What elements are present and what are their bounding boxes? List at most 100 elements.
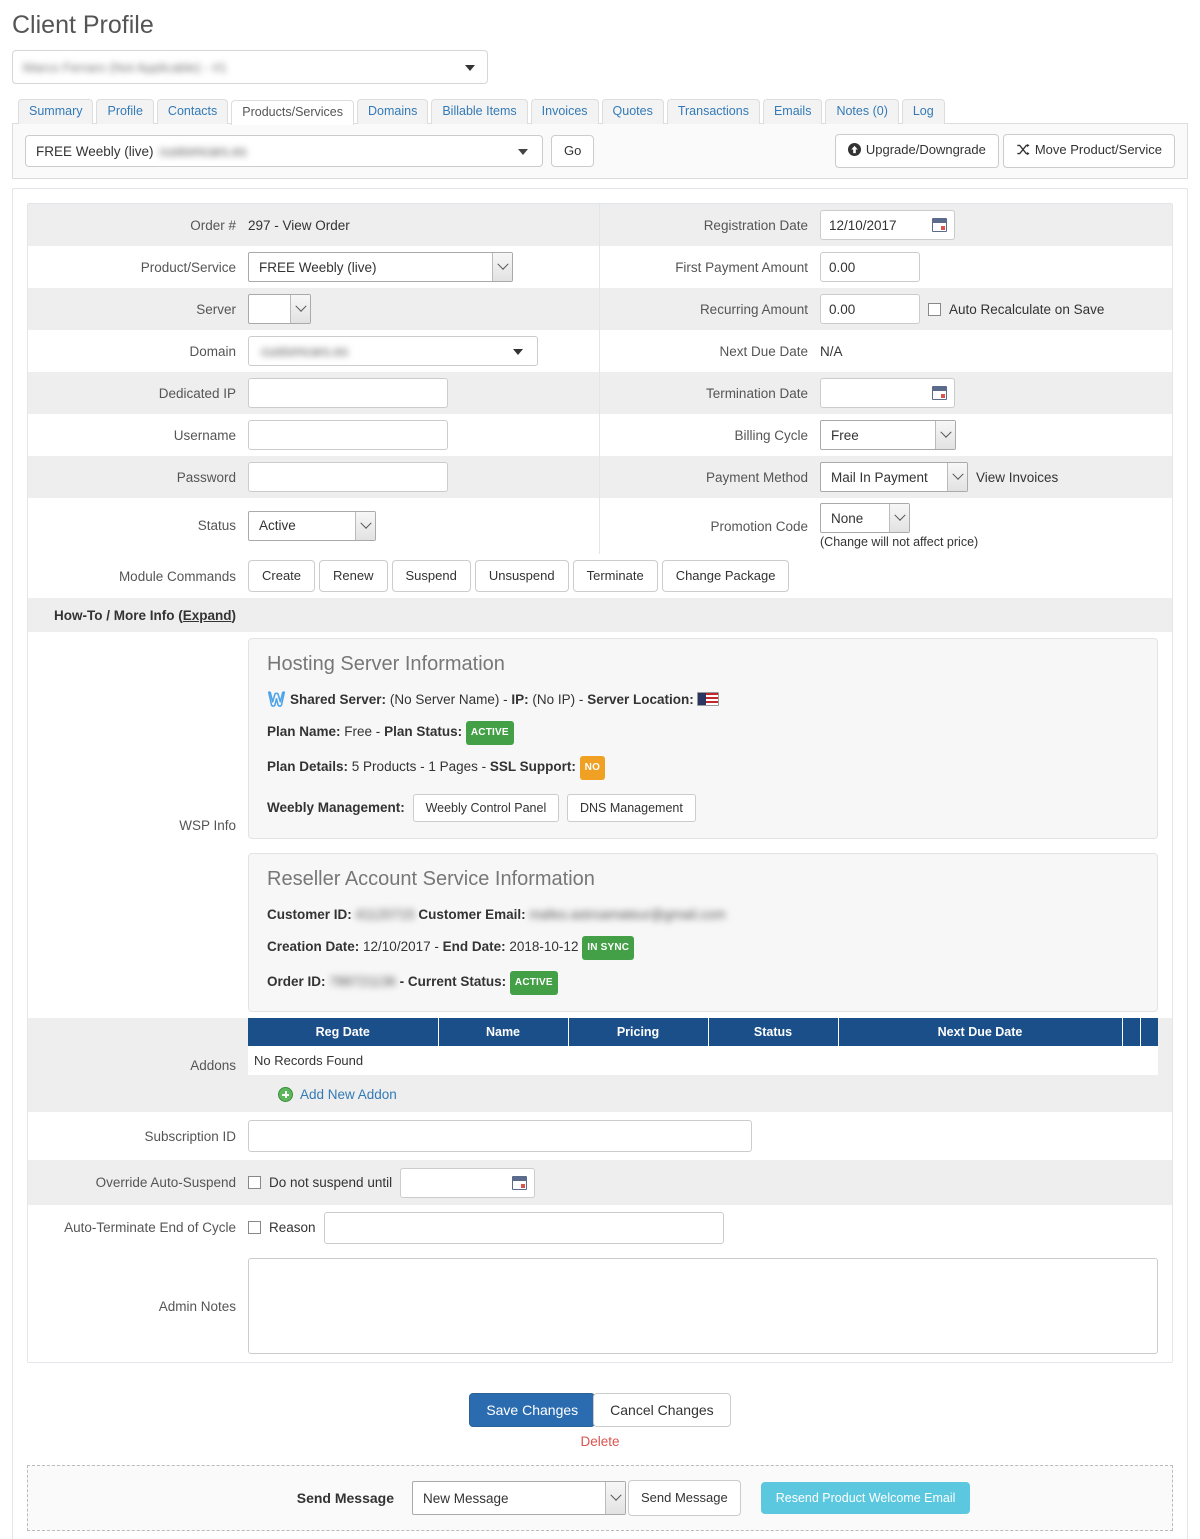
- override-auto-suspend-label: Override Auto-Suspend: [95, 1175, 236, 1190]
- module-create-button[interactable]: Create: [248, 560, 316, 592]
- auto-terminate-reason-input[interactable]: [323, 1211, 724, 1244]
- module-suspend-button[interactable]: Suspend: [391, 560, 471, 592]
- do-not-suspend-checkbox[interactable]: [248, 1176, 261, 1189]
- registration-date-field[interactable]: [820, 210, 955, 240]
- row-termination-date: Termination Date: [600, 372, 1172, 414]
- tab-domains[interactable]: Domains: [357, 99, 429, 124]
- status-select[interactable]: Active: [248, 510, 376, 541]
- dns-management-button[interactable]: DNS Management: [567, 794, 696, 822]
- auto-recalculate-checkbox[interactable]: [928, 302, 941, 316]
- admin-notes-label: Admin Notes: [158, 1298, 236, 1314]
- tab-billable-items[interactable]: Billable Items: [431, 99, 528, 124]
- calendar-icon[interactable]: [512, 1175, 528, 1190]
- tab-summary[interactable]: Summary: [18, 99, 94, 124]
- hosting-line-plan: Plan Name: Free - Plan Status: ACTIVE: [267, 721, 1139, 745]
- product-details-panel: Order # 297 - View Order Product/Service…: [12, 188, 1188, 1539]
- footer-actions: Save Changes Cancel Changes Delete: [13, 1377, 1187, 1455]
- shuffle-icon: [1016, 143, 1030, 161]
- module-unsuspend-button[interactable]: Unsuspend: [474, 560, 569, 592]
- row-password: Password: [28, 456, 599, 498]
- upgrade-downgrade-button[interactable]: Upgrade/Downgrade: [834, 134, 999, 168]
- client-selector-wrap: Marco Ferraro (Not Applicable) - #1: [0, 42, 1200, 84]
- addons-col-action1: [1122, 1018, 1141, 1046]
- module-renew-button[interactable]: Renew: [319, 560, 388, 592]
- tab-products-services[interactable]: Products/Services: [231, 100, 354, 125]
- send-message-label: Send Message: [296, 1490, 394, 1506]
- go-button[interactable]: Go: [551, 135, 595, 167]
- tab-emails[interactable]: Emails: [762, 99, 823, 124]
- tab-profile[interactable]: Profile: [96, 99, 154, 124]
- first-payment-input[interactable]: [820, 252, 920, 282]
- row-next-due-date: Next Due Date N/A: [600, 330, 1172, 372]
- service-select-value: FREE Weebly (live): [36, 143, 154, 159]
- tab-invoices[interactable]: Invoices: [530, 99, 599, 124]
- customer-id-label: Customer ID:: [267, 907, 352, 922]
- howto-expand-link[interactable]: Expand: [183, 608, 232, 623]
- calendar-icon[interactable]: [932, 386, 947, 400]
- move-product-service-label: Move Product/Service: [1034, 142, 1162, 157]
- us-flag-icon: [697, 692, 720, 706]
- module-terminate-button[interactable]: Terminate: [572, 560, 658, 592]
- tab-quotes[interactable]: Quotes: [601, 99, 664, 124]
- hosting-ip-label: IP:: [511, 692, 529, 707]
- domain-select-value: customcars.es: [261, 343, 349, 359]
- row-server: Server: [28, 288, 599, 330]
- username-label: Username: [173, 427, 236, 443]
- client-selector-value: Marco Ferraro (Not Applicable) - #1: [23, 59, 227, 75]
- hosting-line-server: Shared Server: (No Server Name) - IP: (N…: [267, 690, 1139, 710]
- add-new-addon-link[interactable]: Add New Addon: [248, 1075, 1158, 1112]
- tab-log[interactable]: Log: [901, 99, 945, 124]
- subscription-id-input[interactable]: [248, 1120, 752, 1152]
- client-profile-page: Client Profile Marco Ferraro (Not Applic…: [0, 0, 1200, 1539]
- next-due-date-label: Next Due Date: [719, 343, 808, 359]
- password-input[interactable]: [248, 462, 448, 492]
- send-message-button[interactable]: Send Message: [628, 1480, 741, 1516]
- view-invoices-link[interactable]: View Invoices: [976, 470, 1058, 485]
- product-select[interactable]: FREE Weebly (live): [248, 252, 513, 282]
- tab-transactions[interactable]: Transactions: [666, 99, 760, 124]
- order-value-link[interactable]: 297 - View Order: [248, 218, 350, 233]
- howto-label-prefix: How-To / More Info (: [54, 607, 183, 623]
- termination-date-field[interactable]: [820, 378, 955, 408]
- save-changes-button[interactable]: Save Changes: [469, 1393, 596, 1427]
- hosting-ip-value: (No IP) -: [532, 692, 584, 707]
- hosting-plan-status-label: Plan Status:: [384, 724, 463, 739]
- plus-circle-icon: [278, 1087, 293, 1102]
- do-not-suspend-date-field[interactable]: [400, 1167, 536, 1198]
- chevron-down-icon: [492, 253, 512, 281]
- billing-cycle-select[interactable]: Free: [820, 420, 956, 450]
- order-label: Order #: [190, 217, 236, 233]
- row-status: Status Active: [28, 498, 599, 553]
- row-override-auto-suspend: Override Auto-Suspend Do not suspend unt…: [28, 1160, 1172, 1205]
- auto-terminate-checkbox[interactable]: [248, 1221, 261, 1234]
- auto-terminate-label: Auto-Terminate End of Cycle: [64, 1220, 236, 1235]
- domain-select[interactable]: customcars.es: [248, 336, 538, 366]
- admin-notes-textarea[interactable]: [248, 1258, 1158, 1354]
- calendar-icon[interactable]: [932, 218, 947, 232]
- recurring-amount-input[interactable]: [820, 294, 920, 324]
- addons-col-action2: [1140, 1018, 1158, 1046]
- username-input[interactable]: [248, 420, 448, 450]
- reseller-line-order: Order ID: 788721136 - Current Status: AC…: [267, 971, 1139, 995]
- module-change-package-button[interactable]: Change Package: [661, 560, 790, 592]
- row-first-payment: First Payment Amount: [600, 246, 1172, 288]
- tab-notes[interactable]: Notes (0): [825, 99, 899, 124]
- weebly-control-panel-button[interactable]: Weebly Control Panel: [412, 794, 560, 822]
- row-subscription-id: Subscription ID: [28, 1112, 1172, 1160]
- end-date-value: 2018-10-12: [509, 939, 579, 954]
- client-selector[interactable]: Marco Ferraro (Not Applicable) - #1: [12, 50, 488, 84]
- payment-method-select[interactable]: Mail In Payment: [820, 462, 968, 492]
- move-product-service-button[interactable]: Move Product/Service: [1002, 134, 1175, 168]
- delete-link[interactable]: Delete: [13, 1434, 1187, 1449]
- message-type-select[interactable]: New Message: [412, 1481, 626, 1515]
- cancel-changes-button[interactable]: Cancel Changes: [593, 1393, 731, 1427]
- resend-welcome-email-button[interactable]: Resend Product Welcome Email: [760, 1482, 971, 1514]
- row-recurring-amount: Recurring Amount Auto Recalculate on Sav…: [600, 288, 1172, 330]
- howto-label: How-To / More Info (Expand): [28, 608, 246, 623]
- service-select[interactable]: FREE Weebly (live) customcars.es: [25, 135, 543, 167]
- promotion-code-select[interactable]: None: [820, 503, 910, 533]
- dedicated-ip-input[interactable]: [248, 378, 448, 408]
- server-select[interactable]: [248, 294, 311, 324]
- tab-contacts[interactable]: Contacts: [156, 99, 229, 124]
- promotion-code-value: None: [831, 510, 864, 526]
